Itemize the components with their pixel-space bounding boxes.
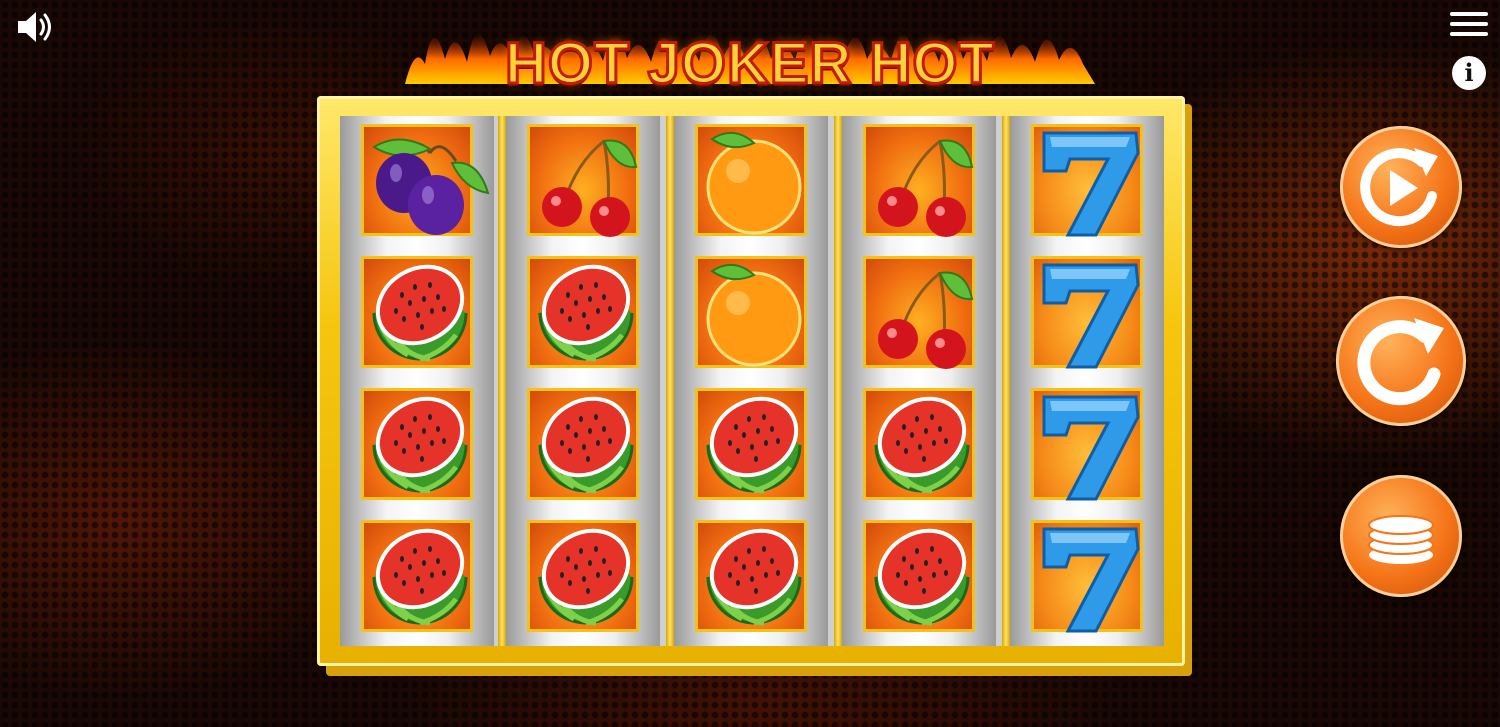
seven-symbol [1031, 388, 1143, 501]
reel-3 [674, 116, 828, 646]
spin-icon [1357, 318, 1444, 406]
orange-icon [706, 264, 802, 367]
orange-icon [706, 132, 802, 235]
plum-icon [372, 138, 490, 235]
watermelon-symbol [527, 520, 639, 632]
watermelon-icon [538, 396, 634, 494]
seven-icon [1042, 263, 1140, 369]
seven-symbol [1031, 520, 1143, 633]
reel-divider [1002, 116, 1010, 646]
hamburger-line [1450, 22, 1488, 26]
cherry-icon [878, 139, 974, 237]
cherry-symbol [863, 256, 975, 369]
sound-button[interactable] [14, 8, 56, 46]
coins-stack-icon [1368, 515, 1434, 564]
cherry-symbol [863, 124, 975, 237]
watermelon-symbol [361, 256, 473, 368]
reel-5 [1010, 116, 1164, 646]
watermelon-icon [372, 528, 468, 626]
hamburger-line [1450, 32, 1488, 36]
game-logo: HOT JOKER HOT FRUITS [395, 4, 1105, 165]
watermelon-icon [706, 528, 802, 626]
watermelon-icon [538, 528, 634, 626]
watermelon-symbol [695, 388, 807, 500]
watermelon-icon [874, 396, 970, 494]
reel-divider [666, 116, 674, 646]
watermelon-icon [706, 396, 802, 494]
seven-icon [1042, 527, 1140, 633]
reel-1 [340, 116, 494, 646]
reel-divider [498, 116, 506, 646]
watermelon-icon [372, 264, 468, 362]
orange-symbol [695, 256, 807, 368]
reels-area [340, 116, 1164, 646]
watermelon-symbol [695, 520, 807, 632]
seven-icon [1042, 395, 1140, 501]
hamburger-menu-icon [1450, 12, 1488, 16]
watermelon-symbol [527, 256, 639, 368]
watermelon-icon [372, 396, 468, 494]
reel-4 [842, 116, 996, 646]
watermelon-symbol [361, 520, 473, 632]
watermelon-icon [874, 528, 970, 626]
reel-2 [506, 116, 660, 646]
autoplay-icon [1360, 148, 1438, 227]
menu-button[interactable] [1450, 12, 1488, 42]
watermelon-symbol [527, 388, 639, 500]
info-button[interactable]: i [1452, 56, 1486, 90]
seven-symbol [1031, 124, 1143, 237]
watermelon-symbol [863, 388, 975, 500]
seven-symbol [1031, 256, 1143, 369]
watermelon-symbol [863, 520, 975, 632]
spin-button[interactable] [1336, 296, 1466, 426]
cherry-symbol [527, 124, 639, 237]
watermelon-icon [538, 264, 634, 362]
autoplay-button[interactable] [1340, 126, 1462, 248]
watermelon-symbol [361, 388, 473, 500]
orange-symbol [695, 124, 807, 236]
plum-symbol [361, 124, 490, 236]
reel-divider [834, 116, 842, 646]
seven-icon [1042, 131, 1140, 237]
speaker-icon [18, 12, 51, 42]
bet-button[interactable] [1340, 475, 1462, 597]
cherry-icon [878, 271, 974, 369]
cherry-icon [542, 139, 638, 237]
